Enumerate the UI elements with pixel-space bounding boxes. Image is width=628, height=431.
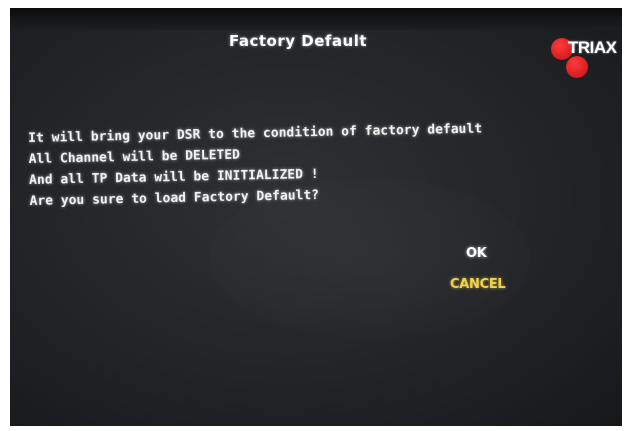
- dialog-message: It will bring your DSR to the condition …: [28, 118, 484, 211]
- screen-bezel: [10, 8, 622, 30]
- logo-text: TRIAX: [568, 38, 617, 57]
- triax-logo: TRIAX: [548, 36, 620, 84]
- photo-frame: Factory Default TRIAX It will bring your…: [0, 0, 628, 431]
- tv-screen: Factory Default TRIAX It will bring your…: [10, 8, 622, 426]
- cancel-button[interactable]: CANCEL: [450, 277, 506, 292]
- ok-button[interactable]: OK: [466, 246, 487, 261]
- dialog-title: Factory Default: [228, 32, 368, 50]
- logo-red-dot-icon: [566, 56, 588, 78]
